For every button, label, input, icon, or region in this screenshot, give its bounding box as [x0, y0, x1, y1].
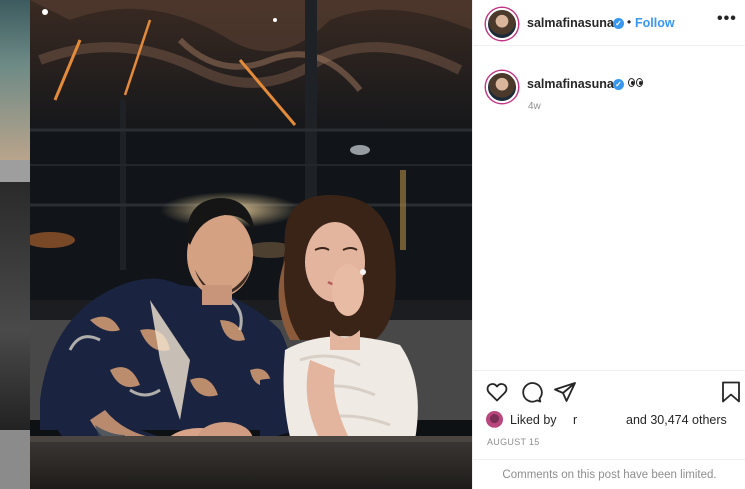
comments-limited-notice: Comments on this post have been limited.: [473, 459, 745, 489]
caption-text: [628, 75, 644, 90]
author-avatar[interactable]: [486, 8, 518, 40]
peek-image-top: [0, 0, 30, 160]
eyes-emoji-left-icon: [628, 78, 635, 87]
previous-post-peek[interactable]: [0, 0, 30, 489]
post-side-panel: salmafinasunan ✓ • Follow ••• salmafinas…: [472, 0, 745, 489]
caption-area: salmafinasunan ✓ 4w: [473, 46, 745, 366]
peek-image-bottom: [0, 430, 30, 489]
caption-username[interactable]: salmafinasunan: [527, 77, 621, 91]
liker-avatar[interactable]: [486, 411, 503, 428]
caption-timestamp[interactable]: 4w: [528, 101, 541, 112]
bookmark-icon[interactable]: [719, 380, 745, 406]
caption-verified-badge-icon: ✓: [613, 79, 624, 90]
more-options-icon[interactable]: •••: [717, 10, 737, 28]
liked-by-label: Liked by: [510, 413, 557, 427]
peek-divider: [0, 160, 30, 182]
peek-image-middle: [0, 182, 30, 430]
post-photo[interactable]: [30, 0, 472, 489]
likes-count[interactable]: and 30,474 others: [626, 413, 727, 427]
post-actions: Liked by r and 30,474 others AUGUST 15 C…: [473, 370, 745, 489]
share-icon[interactable]: [553, 380, 579, 406]
caption-author-avatar[interactable]: [486, 71, 518, 103]
post-header: salmafinasunan ✓ • Follow •••: [473, 0, 745, 46]
heart-icon[interactable]: [485, 380, 511, 406]
verified-badge-icon: ✓: [613, 18, 624, 29]
author-username[interactable]: salmafinasunan: [527, 16, 621, 30]
eyes-emoji-right-icon: [636, 78, 643, 87]
follow-button[interactable]: Follow: [635, 16, 675, 30]
comment-icon[interactable]: [519, 380, 545, 406]
post-photo-illustration: [30, 0, 472, 489]
liked-by-user[interactable]: r: [573, 413, 577, 427]
post-date[interactable]: AUGUST 15: [487, 437, 540, 447]
separator-dot: •: [627, 15, 632, 29]
